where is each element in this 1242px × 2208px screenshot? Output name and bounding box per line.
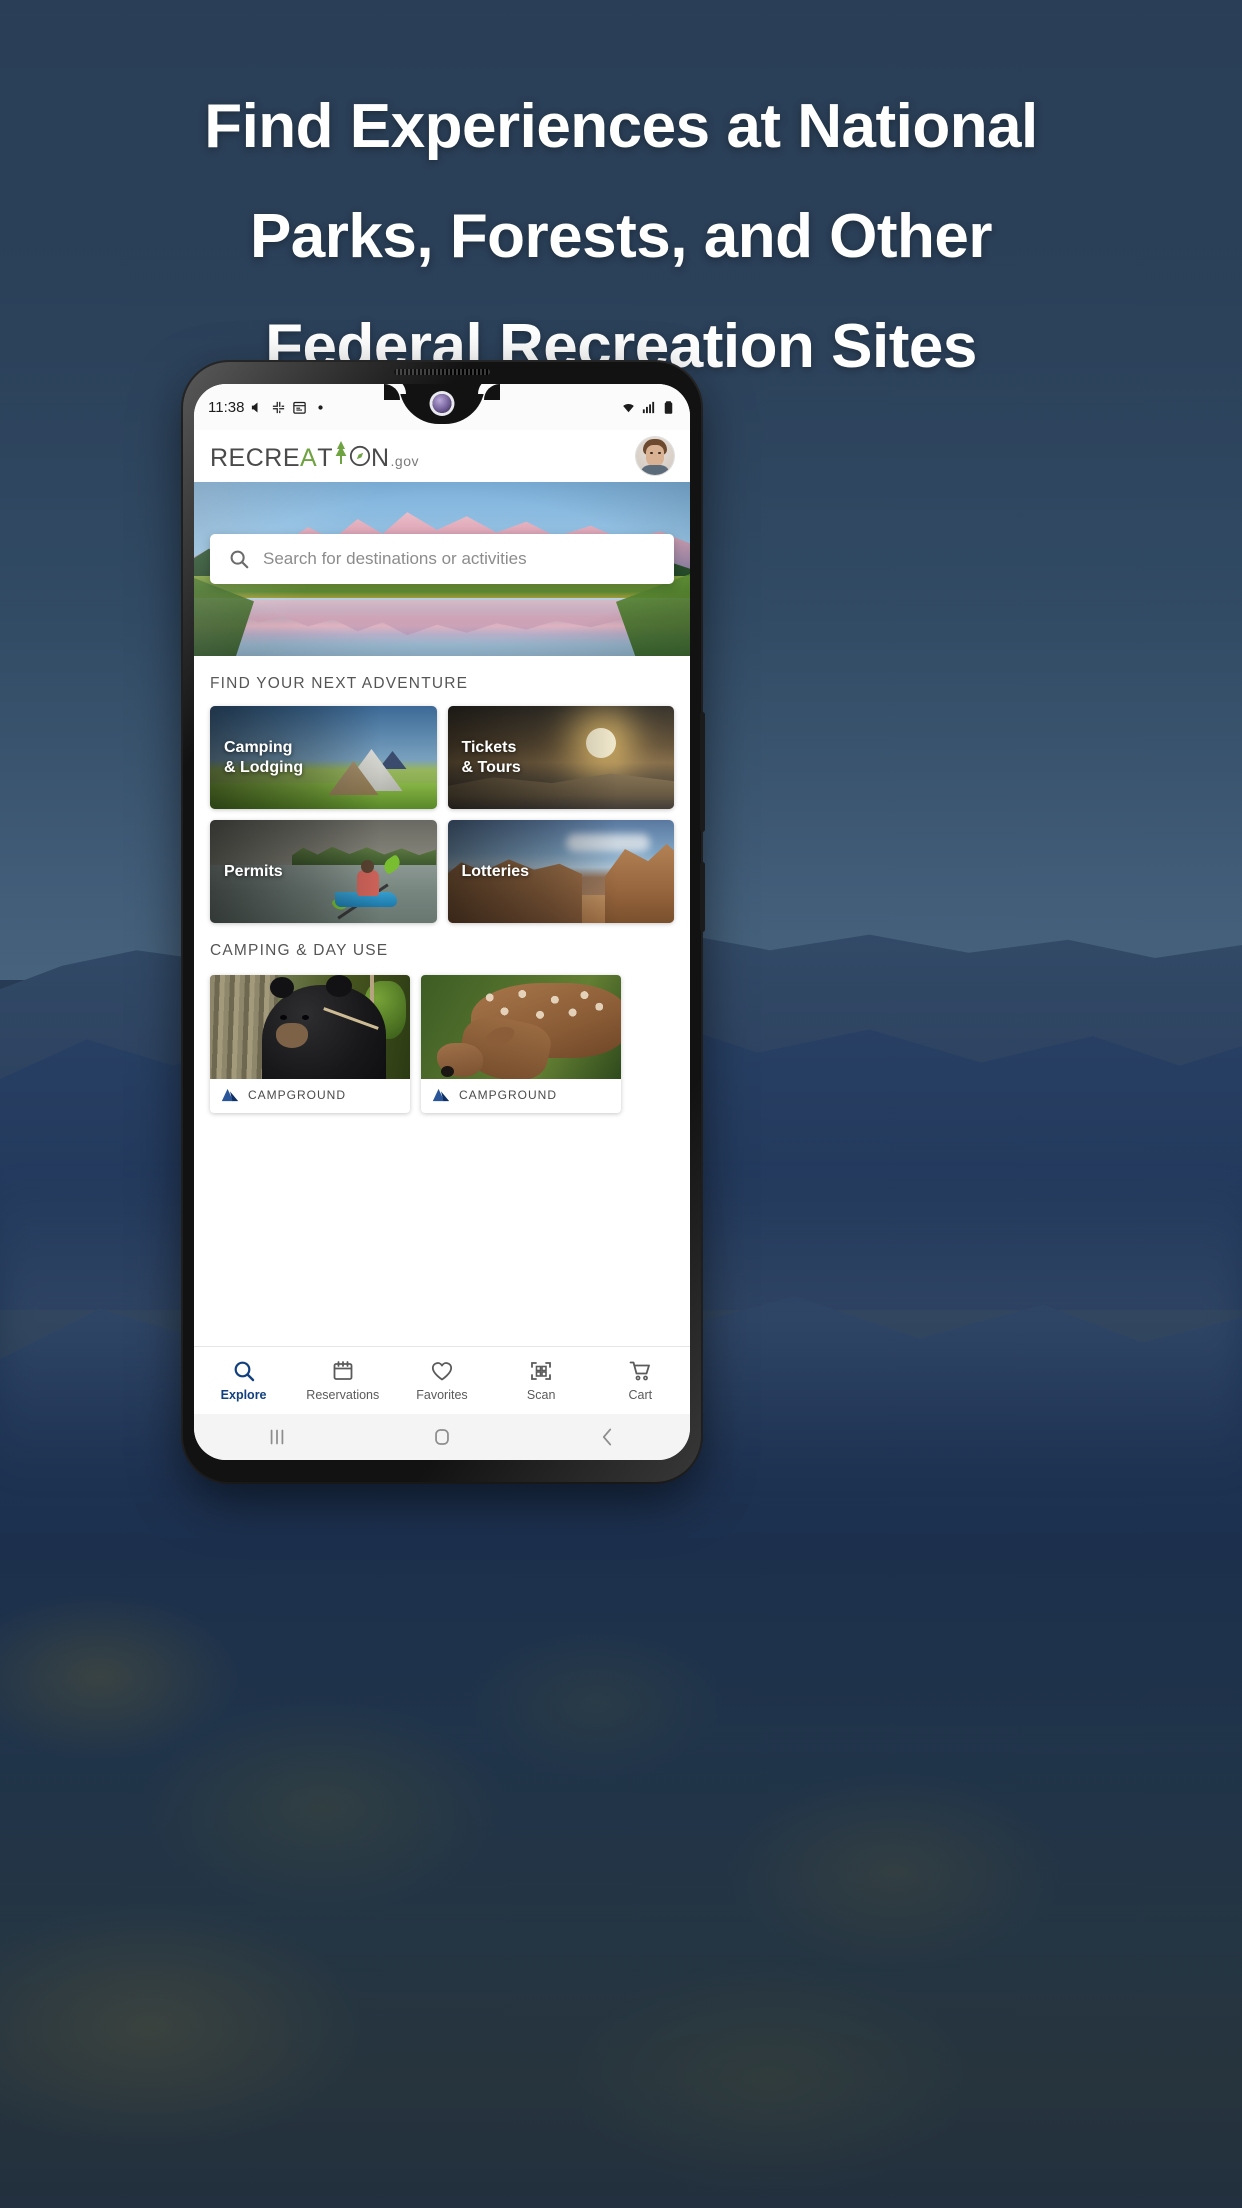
avatar-eye-left bbox=[650, 452, 653, 454]
tent-icon bbox=[432, 1088, 450, 1102]
calendar-icon bbox=[293, 401, 307, 414]
bear-eye-right bbox=[302, 1015, 309, 1020]
campground-image-deer bbox=[421, 975, 621, 1079]
list-item[interactable]: CAMPGROUND bbox=[210, 975, 410, 1113]
promo-headline: Find Experiences at National Parks, Fore… bbox=[0, 72, 1242, 402]
search-icon bbox=[234, 1361, 254, 1382]
slack-icon bbox=[273, 401, 285, 413]
section-title-camping-day-use: CAMPING & DAY USE bbox=[210, 942, 389, 959]
tab-reservations[interactable]: Reservations bbox=[299, 1359, 387, 1402]
phone-screen: 11:38 RECRE A T N .gov Search for destin… bbox=[194, 384, 690, 1460]
category-label-tickets: Tickets & Tours bbox=[461, 738, 521, 776]
category-label-permits: Permits bbox=[224, 862, 283, 880]
campground-image-bear bbox=[210, 975, 410, 1079]
deer-artwork bbox=[421, 975, 621, 1079]
category-grid: Camping & Lodging Tickets & Tours Permit… bbox=[194, 706, 690, 923]
power-button[interactable] bbox=[700, 862, 705, 932]
app-header: RECRE A T N .gov bbox=[194, 430, 690, 482]
category-card-camping-lodging[interactable]: Camping & Lodging bbox=[210, 706, 437, 809]
tab-scan[interactable]: Scan bbox=[497, 1359, 585, 1402]
logo-text-gov: .gov bbox=[390, 452, 420, 469]
section-title-adventure: FIND YOUR NEXT ADVENTURE bbox=[210, 675, 469, 692]
tab-favorites[interactable]: Favorites bbox=[398, 1359, 486, 1402]
tent-icon bbox=[221, 1088, 239, 1102]
list-item[interactable]: CAMPGROUND bbox=[421, 975, 621, 1113]
recreation-gov-logo[interactable]: RECRE A T N .gov bbox=[210, 440, 419, 473]
logo-text-n: N bbox=[370, 443, 390, 472]
status-time: 11:38 bbox=[208, 398, 245, 416]
volume-button[interactable] bbox=[700, 712, 705, 832]
search-bar[interactable]: Search for destinations or activities bbox=[210, 534, 674, 584]
wifi-icon bbox=[623, 403, 634, 412]
calendar-icon bbox=[333, 1361, 353, 1380]
tab-label-reservations: Reservations bbox=[306, 1388, 380, 1402]
dot-icon bbox=[318, 404, 324, 410]
tab-label-scan: Scan bbox=[526, 1388, 556, 1402]
campground-meta: CAMPGROUND bbox=[421, 1079, 621, 1113]
category-label-camping: Camping & Lodging bbox=[224, 738, 304, 776]
bear-ear-left bbox=[270, 977, 294, 998]
earpiece-speaker bbox=[394, 369, 490, 375]
logo-text-recre: RECRE bbox=[210, 443, 301, 472]
tab-explore[interactable]: Explore bbox=[200, 1359, 288, 1402]
logo-text-a: A bbox=[300, 443, 318, 472]
heart-icon bbox=[431, 1362, 453, 1381]
tab-label-explore: Explore bbox=[220, 1388, 267, 1402]
avatar[interactable] bbox=[636, 437, 674, 475]
tab-cart[interactable]: Cart bbox=[596, 1359, 684, 1402]
avatar-body bbox=[640, 465, 670, 475]
pine-tree-icon bbox=[335, 440, 347, 464]
category-card-lotteries[interactable]: Lotteries bbox=[447, 820, 674, 923]
deer-nose bbox=[441, 1066, 454, 1077]
shopping-cart-icon bbox=[629, 1361, 651, 1381]
compass-icon bbox=[349, 445, 371, 467]
phone-mockup: 11:38 RECRE A T N .gov Search for destin… bbox=[183, 362, 705, 1482]
qr-scan-icon bbox=[531, 1362, 552, 1380]
home-content[interactable]: FIND YOUR NEXT ADVENTURE Camping & Lodgi… bbox=[194, 656, 690, 1380]
campground-meta: CAMPGROUND bbox=[210, 1079, 410, 1113]
bear-eye-left bbox=[280, 1015, 287, 1020]
search-input[interactable]: Search for destinations or activities bbox=[263, 549, 527, 569]
category-card-permits[interactable]: Permits bbox=[210, 820, 437, 923]
camping-card-carousel[interactable]: CAMPGROUND CAMPGROUND bbox=[194, 975, 690, 1113]
campground-type-label: CAMPGROUND bbox=[459, 1088, 558, 1102]
bear-snout bbox=[276, 1023, 308, 1048]
home-icon[interactable] bbox=[429, 1424, 455, 1450]
recents-icon[interactable] bbox=[264, 1424, 290, 1450]
system-navigation-bar bbox=[194, 1414, 690, 1460]
avatar-face bbox=[646, 445, 664, 467]
bear-ear-right bbox=[326, 975, 352, 997]
headline-line-1: Find Experiences at National bbox=[204, 92, 1038, 161]
search-icon bbox=[230, 550, 249, 569]
volume-mute-icon bbox=[252, 402, 258, 412]
category-card-tickets-tours[interactable]: Tickets & Tours bbox=[447, 706, 674, 809]
avatar-eye-right bbox=[658, 452, 661, 454]
battery-icon bbox=[664, 400, 673, 414]
logo-text-t: T bbox=[317, 443, 333, 472]
campground-type-label: CAMPGROUND bbox=[248, 1088, 347, 1102]
bear-artwork bbox=[210, 975, 410, 1079]
signal-icon bbox=[642, 401, 655, 413]
front-camera-icon bbox=[432, 394, 452, 413]
headline-line-2: Parks, Forests, and Other bbox=[249, 202, 993, 271]
back-icon[interactable] bbox=[594, 1424, 620, 1450]
tab-label-cart: Cart bbox=[628, 1388, 653, 1402]
bottom-navigation: Explore Reservations Favorites Scan Cart bbox=[194, 1346, 690, 1414]
category-label-lotteries: Lotteries bbox=[461, 862, 530, 880]
tab-label-favorites: Favorites bbox=[416, 1388, 468, 1402]
